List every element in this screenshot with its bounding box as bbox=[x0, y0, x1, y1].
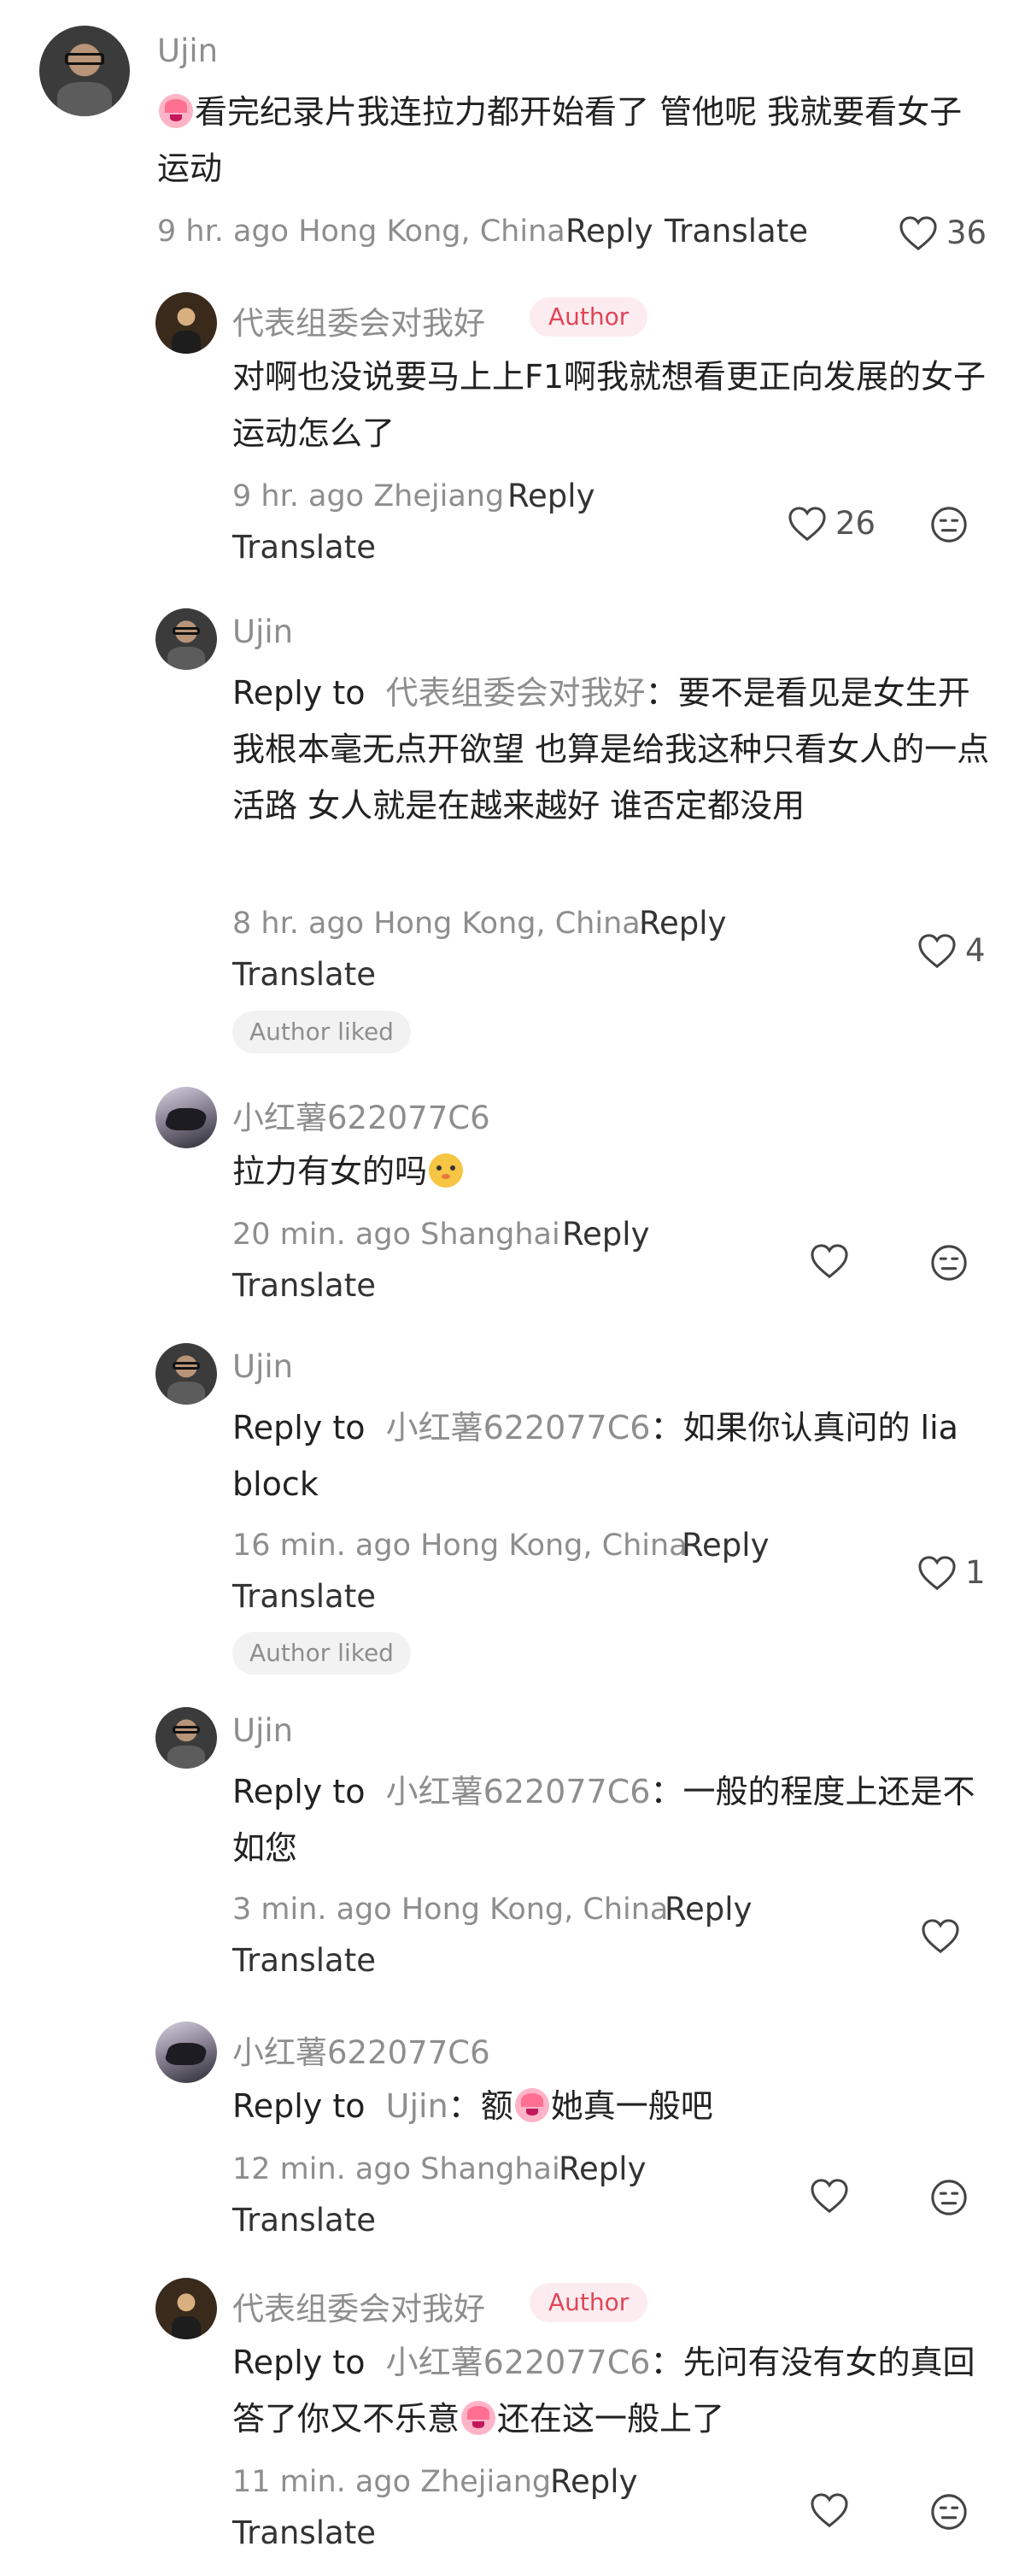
translate-button[interactable]: Translate bbox=[232, 2202, 376, 2239]
comment-meta: 9 hr. ago Hong Kong, China bbox=[157, 214, 565, 249]
avatar[interactable] bbox=[155, 1343, 217, 1405]
comment-meta: 3 min. ago Hong Kong, China bbox=[232, 1892, 669, 1927]
like-button[interactable]: 4 bbox=[917, 932, 986, 969]
dislike-face-icon[interactable] bbox=[929, 505, 969, 544]
comment-author[interactable]: Ujin bbox=[157, 32, 218, 69]
reply-button[interactable]: Reply bbox=[559, 2151, 646, 2187]
like-count: 36 bbox=[946, 214, 987, 251]
reply-target-link[interactable]: 小红薯622077C6 bbox=[386, 1773, 651, 1810]
reply-to-label: Reply to bbox=[232, 2344, 366, 2381]
comment-meta: 8 hr. ago Hong Kong, China bbox=[232, 907, 641, 941]
comment-text: Reply to Ujin：额 她真一般吧 bbox=[232, 2087, 713, 2125]
like-count: 26 bbox=[835, 505, 876, 542]
reply-target-link[interactable]: 小红薯622077C6 bbox=[386, 1409, 651, 1446]
reply-target-link[interactable]: 小红薯622077C6 bbox=[386, 2344, 651, 2381]
reply-button[interactable]: Reply bbox=[507, 478, 594, 514]
heart-icon bbox=[899, 215, 937, 250]
author-badge: Author bbox=[530, 2283, 648, 2322]
reply-button[interactable]: Reply bbox=[665, 1891, 752, 1928]
like-count: 4 bbox=[965, 932, 986, 969]
comment-author[interactable]: 小红薯622077C6 bbox=[232, 2027, 490, 2073]
reply-button[interactable]: Reply bbox=[565, 213, 653, 249]
reply-button[interactable]: Reply bbox=[682, 1527, 769, 1564]
comment-author[interactable]: Ujin bbox=[232, 1712, 293, 1749]
reply-to-label: Reply to bbox=[232, 2087, 366, 2125]
avatar[interactable] bbox=[155, 2021, 217, 2083]
comment-text: 对啊也没说要马上上F1啊我就想看更正向发展的女子运动怎么了 bbox=[232, 358, 987, 452]
reply-button[interactable]: Reply bbox=[639, 905, 726, 942]
translate-button[interactable]: Translate bbox=[232, 2514, 376, 2551]
like-button[interactable] bbox=[810, 2178, 849, 2214]
avatar[interactable] bbox=[155, 2278, 217, 2339]
author-badge: Author bbox=[530, 297, 648, 337]
dislike-face-icon[interactable] bbox=[929, 1243, 969, 1282]
comment-meta: 20 min. ago Shanghai bbox=[232, 1218, 560, 1252]
translate-button[interactable]: Translate bbox=[232, 956, 376, 993]
crying-emoji-icon bbox=[461, 2401, 496, 2435]
like-button[interactable]: 1 bbox=[917, 1554, 986, 1591]
reply-button[interactable]: Reply bbox=[550, 2463, 637, 2500]
heart-icon bbox=[918, 933, 956, 968]
heart-icon bbox=[811, 2179, 848, 2214]
author-liked-badge: Author liked bbox=[232, 1632, 411, 1675]
reply-target-link[interactable]: 代表组委会对我好 bbox=[386, 674, 646, 712]
avatar[interactable] bbox=[155, 608, 217, 670]
comment-text: Reply to 小红薯622077C6：如果你认真问的 lia block bbox=[232, 1409, 958, 1503]
avatar[interactable] bbox=[155, 1707, 217, 1769]
comment-text: Reply to 代表组委会对我好：要不是看见是女生开我根本毫无点开欲望 也算是… bbox=[232, 674, 990, 824]
like-count: 1 bbox=[965, 1554, 986, 1591]
reply-target-link[interactable]: Ujin bbox=[386, 2087, 448, 2125]
crying-emoji-icon bbox=[159, 94, 193, 128]
like-button[interactable] bbox=[921, 1918, 960, 1954]
translate-button[interactable]: Translate bbox=[232, 529, 376, 566]
comment-text: Reply to 小红薯622077C6：先问有没有女的真回答了你又不乐意 还在这… bbox=[232, 2344, 975, 2438]
heart-icon bbox=[811, 2493, 848, 2528]
reply-to-label: Reply to bbox=[232, 1409, 366, 1446]
dislike-face-icon[interactable] bbox=[929, 2178, 969, 2217]
translate-button[interactable]: Translate bbox=[232, 1578, 376, 1615]
dislike-face-icon[interactable] bbox=[929, 2492, 969, 2532]
comment-meta: 16 min. ago Hong Kong, China bbox=[232, 1529, 688, 1563]
reply-button[interactable]: Reply bbox=[562, 1216, 649, 1253]
crying-emoji-icon bbox=[514, 2088, 549, 2122]
comment-text: 拉力有女的吗 bbox=[232, 1143, 993, 1200]
avatar[interactable] bbox=[155, 1087, 217, 1148]
translate-button[interactable]: Translate bbox=[232, 1942, 376, 1979]
comment-meta: 9 hr. ago Zhejiang bbox=[232, 479, 505, 513]
like-button[interactable]: 26 bbox=[788, 505, 876, 542]
reply-to-label: Reply to bbox=[232, 674, 366, 712]
comment-author[interactable]: 代表组委会对我好 bbox=[232, 2283, 485, 2329]
avatar[interactable] bbox=[39, 26, 130, 116]
like-button[interactable]: 36 bbox=[899, 214, 987, 251]
chick-emoji-icon bbox=[429, 1153, 464, 1188]
like-button[interactable] bbox=[810, 2492, 849, 2528]
avatar[interactable] bbox=[155, 292, 217, 354]
translate-button[interactable]: Translate bbox=[665, 213, 808, 249]
heart-icon bbox=[788, 506, 826, 541]
comment-author[interactable]: Ujin bbox=[232, 613, 293, 650]
reply-to-label: Reply to bbox=[232, 1773, 366, 1810]
heart-icon bbox=[811, 1244, 848, 1279]
comment-author[interactable]: Ujin bbox=[232, 1348, 293, 1385]
comment-author[interactable]: 代表组委会对我好 bbox=[232, 297, 485, 343]
like-button[interactable] bbox=[810, 1243, 849, 1279]
heart-icon bbox=[922, 1919, 959, 1954]
comment-text: Reply to 小红薯622077C6：一般的程度上还是不如您 bbox=[232, 1773, 975, 1867]
comment-text: 看完纪录片我连拉力都开始看了 管他呢 我就要看女子运动 bbox=[157, 93, 963, 187]
translate-button[interactable]: Translate bbox=[232, 1267, 376, 1304]
comment-meta: 12 min. ago Shanghai bbox=[232, 2152, 560, 2186]
comment-meta: 11 min. ago Zhejiang bbox=[232, 2465, 552, 2499]
author-liked-badge: Author liked bbox=[232, 1011, 411, 1053]
comment-author[interactable]: 小红薯622077C6 bbox=[232, 1092, 490, 1138]
heart-icon bbox=[918, 1555, 956, 1590]
